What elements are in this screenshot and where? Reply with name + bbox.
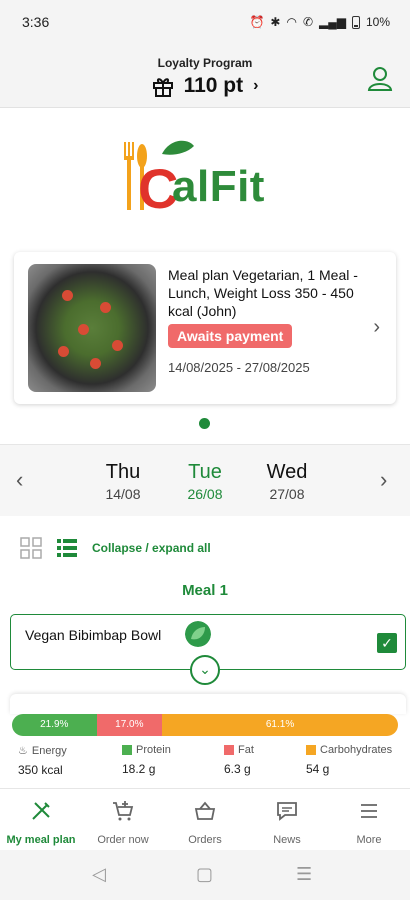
- day-tue-selected[interactable]: Tue 26/08: [170, 461, 240, 502]
- protein-label: Protein: [136, 744, 171, 756]
- protein-legend: Protein 18.2 g: [122, 744, 171, 776]
- energy-value: 350 kcal: [18, 763, 63, 777]
- alarm-icon: ⏰: [249, 15, 265, 29]
- grid-view-icon[interactable]: [20, 537, 42, 559]
- day-name: Thu: [105, 461, 141, 483]
- loyalty-title: Loyalty Program: [157, 56, 253, 70]
- nutrition-card: [10, 694, 406, 714]
- cutlery-icon: [32, 802, 50, 820]
- wifi-icon: ◠: [286, 15, 297, 29]
- chat-icon: [277, 802, 297, 821]
- nav-order-now[interactable]: Order now: [82, 789, 164, 850]
- carbs-swatch: [306, 745, 316, 755]
- fat-label: Fat: [238, 744, 254, 756]
- status-badge: Awaits payment: [168, 324, 293, 348]
- dish-name: Vegan Bibimbap Bowl: [25, 627, 162, 643]
- nav-label: My meal plan: [6, 834, 76, 846]
- fat-segment: 17.0%: [96, 714, 163, 736]
- cart-plus-icon: [113, 801, 134, 821]
- macro-distribution-bar: 21.9% 17.0% 61.1%: [12, 714, 398, 736]
- call-icon: ✆: [302, 15, 313, 29]
- day-date: 27/08: [269, 486, 305, 502]
- salad-image: [28, 264, 156, 392]
- carbs-legend: Carbohydrates 54 g: [306, 744, 392, 776]
- status-bar: 3:36 ⏰ ✱ ◠ ✆ ▂▄▆ 10%: [0, 0, 410, 44]
- carbs-label: Carbohydrates: [320, 744, 393, 756]
- chevron-left-icon[interactable]: ‹: [16, 467, 23, 493]
- calfit-logo: C alFit: [120, 136, 300, 220]
- carbs-segment: 61.1%: [162, 714, 398, 736]
- nav-my-meal-plan[interactable]: My meal plan: [0, 789, 82, 850]
- day-thu[interactable]: Thu 14/08: [88, 461, 158, 502]
- loyalty-points-row[interactable]: 110 pt ›: [0, 74, 410, 98]
- meal-heading: Meal 1: [182, 582, 228, 599]
- home-icon[interactable]: ▢: [196, 864, 213, 885]
- profile-icon[interactable]: [366, 64, 394, 92]
- day-wed[interactable]: Wed 27/08: [252, 461, 322, 502]
- protein-segment: 21.9%: [12, 714, 97, 736]
- chevron-down-icon[interactable]: ⌄: [190, 655, 220, 685]
- collapse-expand-all-button[interactable]: Collapse / expand all: [92, 541, 211, 555]
- loyalty-points: 110 pt: [183, 74, 244, 97]
- chevron-right-icon: ›: [253, 77, 259, 94]
- nav-more[interactable]: More: [328, 789, 410, 850]
- day-date: 26/08: [187, 486, 223, 502]
- bottom-navigation: My meal plan Order now Orders News More: [0, 788, 410, 850]
- meal-plan-card[interactable]: Meal plan Vegetarian, 1 Meal - Lunch, We…: [14, 252, 396, 404]
- fat-swatch: [224, 745, 234, 755]
- macro-legend: ♨ Energy 350 kcal Protein 18.2 g Fat 6.3 …: [0, 744, 410, 786]
- system-navigation-bar: ◁ ▢ ☰: [0, 850, 410, 900]
- list-icon: [361, 804, 377, 818]
- nav-label: More: [356, 834, 382, 846]
- day-name: Tue: [188, 461, 222, 483]
- carousel-dot-active[interactable]: [199, 418, 210, 429]
- protein-swatch: [122, 745, 132, 755]
- gift-icon: [152, 78, 173, 97]
- fat-legend: Fat 6.3 g: [224, 744, 254, 776]
- status-icons: ⏰ ✱ ◠ ✆ ▂▄▆ 10%: [249, 15, 390, 29]
- day-name: Wed: [266, 461, 308, 483]
- recents-icon[interactable]: ☰: [296, 864, 312, 885]
- view-toolbar: Collapse / expand all: [20, 537, 211, 559]
- nav-label: Orders: [188, 834, 222, 846]
- nav-label: News: [273, 834, 301, 846]
- energy-legend: ♨ Energy 350 kcal: [18, 744, 67, 778]
- vegan-leaf-icon: [185, 621, 211, 647]
- carbs-value: 54 g: [306, 762, 330, 776]
- signal-icon: ▂▄▆: [319, 15, 346, 29]
- nav-news[interactable]: News: [246, 789, 328, 850]
- chevron-right-icon[interactable]: ›: [380, 467, 387, 493]
- leaf-logo-icon: [162, 140, 194, 155]
- basket-icon: [194, 801, 216, 820]
- chevron-right-icon: ›: [373, 316, 380, 338]
- day-navigation: ‹ Thu 14/08 Tue 26/08 Wed 27/08 ›: [0, 444, 410, 516]
- plan-title: Meal plan Vegetarian, 1 Meal - Lunch, We…: [168, 267, 358, 319]
- flame-icon: ♨: [18, 745, 28, 757]
- battery-percent: 10%: [365, 15, 390, 29]
- app-screen: 3:36 ⏰ ✱ ◠ ✆ ▂▄▆ 10% Loyalty Program 110…: [0, 0, 410, 900]
- loyalty-header[interactable]: Loyalty Program 110 pt ›: [0, 44, 410, 108]
- logo-text: alFit: [172, 162, 265, 211]
- fat-value: 6.3 g: [224, 762, 251, 776]
- protein-value: 18.2 g: [122, 762, 156, 776]
- list-view-icon[interactable]: [56, 537, 78, 559]
- status-time: 3:36: [22, 14, 50, 30]
- day-date: 14/08: [105, 486, 141, 502]
- energy-label: Energy: [31, 744, 67, 757]
- nav-label: Order now: [97, 834, 149, 846]
- nav-orders[interactable]: Orders: [164, 789, 246, 850]
- back-icon[interactable]: ◁: [92, 864, 106, 885]
- meal-checkbox[interactable]: ✓: [377, 633, 397, 653]
- battery-icon: [351, 15, 360, 29]
- plan-dates: 14/08/2025 - 27/08/2025: [168, 360, 310, 375]
- bluetooth-icon: ✱: [270, 15, 281, 29]
